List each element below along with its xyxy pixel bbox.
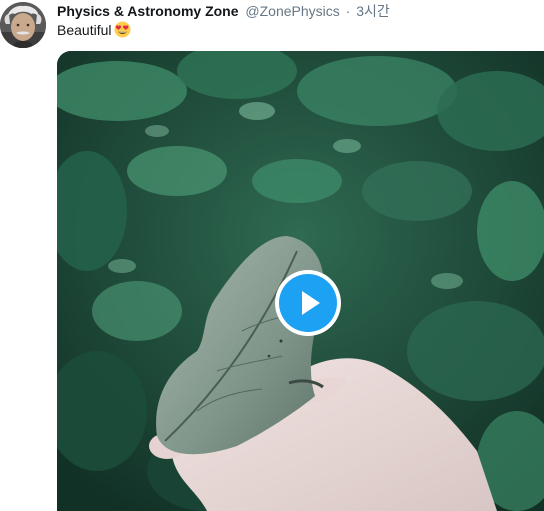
display-name[interactable]: Physics & Astronomy Zone bbox=[57, 3, 239, 19]
heart-eyes-emoji-icon bbox=[114, 21, 132, 42]
tweet-text-block: Beautiful bbox=[57, 21, 132, 42]
play-button-circle bbox=[279, 274, 337, 332]
play-icon bbox=[302, 291, 320, 315]
play-button[interactable] bbox=[275, 270, 341, 336]
timestamp[interactable]: 3시간 bbox=[356, 3, 390, 19]
tweet: Physics & Astronomy Zone @ZonePhysics · … bbox=[0, 0, 544, 511]
separator-dot: · bbox=[345, 3, 351, 19]
video-player[interactable] bbox=[57, 51, 544, 511]
avatar[interactable] bbox=[0, 2, 46, 48]
user-handle[interactable]: @ZonePhysics bbox=[245, 3, 339, 19]
avatar-portrait-icon bbox=[0, 2, 46, 48]
tweet-text: Beautiful bbox=[57, 22, 112, 38]
tweet-header: Physics & Astronomy Zone @ZonePhysics · … bbox=[57, 2, 390, 20]
